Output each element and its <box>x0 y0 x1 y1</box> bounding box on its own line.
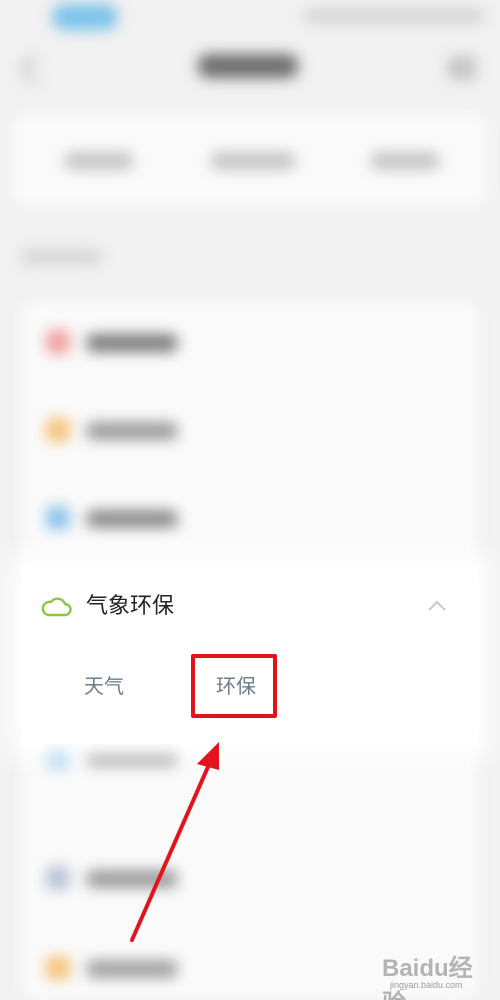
card-header[interactable]: 气象环保 <box>22 568 478 648</box>
weather-link[interactable]: 天气 <box>84 674 124 698</box>
status-pill <box>52 4 118 30</box>
list-item-icon <box>46 744 70 768</box>
watermark-url: jingyan.baidu.com <box>390 980 463 990</box>
more-icon <box>448 56 476 80</box>
status-icons <box>304 10 484 22</box>
list-item-text <box>86 748 178 766</box>
status-bar <box>0 0 500 36</box>
tab-row-blurred <box>12 114 488 206</box>
list-item <box>22 410 478 450</box>
cloud-icon <box>40 594 72 618</box>
list-item-icon <box>46 506 70 530</box>
blurred-background <box>0 0 500 1000</box>
card-title: 气象环保 <box>86 594 175 619</box>
page-title-blurred <box>198 54 298 78</box>
list-item <box>22 322 478 362</box>
list-item-text <box>86 960 178 978</box>
tab-blurred <box>64 152 134 170</box>
weather-environment-card: 气象环保 天气 环保 <box>22 568 478 744</box>
list-item-text <box>86 422 178 440</box>
section-title-blurred <box>22 250 102 264</box>
list-item-text <box>86 510 178 528</box>
list-item <box>22 858 478 898</box>
back-icon <box>19 53 51 85</box>
tab-blurred <box>370 152 440 170</box>
list-item <box>22 498 478 538</box>
list-item-icon <box>46 418 70 442</box>
chevron-up-icon[interactable] <box>426 598 448 612</box>
tab-blurred <box>210 152 296 170</box>
list-item-text <box>86 870 178 888</box>
list-item-icon <box>46 330 70 354</box>
list-item-icon <box>46 956 70 980</box>
list-item-icon <box>46 866 70 890</box>
highlight-box <box>191 654 277 718</box>
baidu-watermark: Baidu经验 jingyan.baidu.com <box>382 946 492 1000</box>
list-item-text <box>86 334 178 352</box>
watermark-brand: Baidu经验 <box>382 955 473 1000</box>
